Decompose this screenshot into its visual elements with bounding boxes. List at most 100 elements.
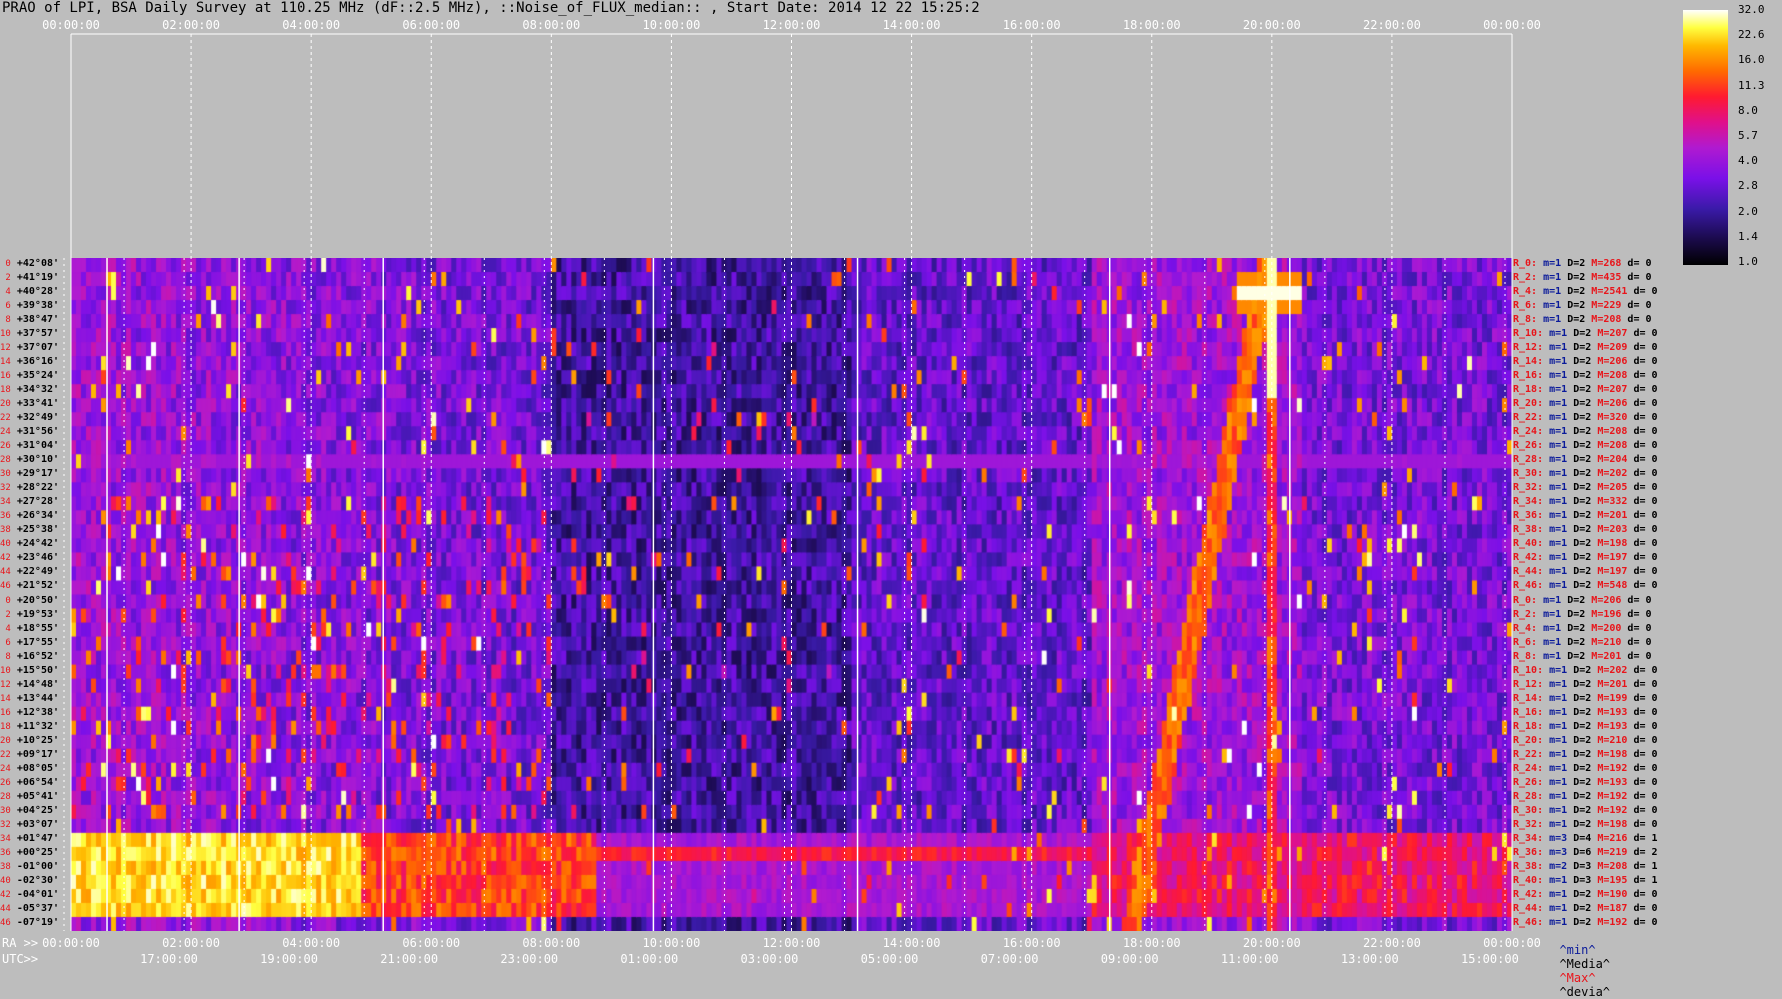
row-stat-dv: d= 0 <box>1621 608 1652 620</box>
row-stat-rn: R_4: <box>1513 286 1538 298</box>
row-stat-dv: d= 2 <box>1627 846 1658 858</box>
row-stat: R_24: m=1 D=2 M=192 d= 0 <box>1513 763 1658 774</box>
row-stat: R_44: m=1 D=2 M=197 d= 0 <box>1513 566 1658 577</box>
row-stat-dd: D=2 <box>1567 902 1592 914</box>
row-stat-dd: D=3 <box>1567 874 1592 886</box>
row-stat: R_34: m=3 D=4 M=216 d= 1 <box>1513 833 1658 844</box>
ra-tick-label: 10:00:00 <box>642 936 701 950</box>
row-stat-mn: m=1 <box>1543 412 1568 424</box>
colorbar-tick: 22.6 <box>1738 28 1765 42</box>
row-stat-dv: d= 1 <box>1627 832 1658 844</box>
row-stat-mn: m=1 <box>1537 300 1562 312</box>
declination-value: +40°28' <box>10 286 60 298</box>
colorbar-tick: 5.7 <box>1738 129 1758 142</box>
declination-label: 8 +38°47' <box>0 314 71 325</box>
row-stat-mx: M=203 <box>1591 524 1628 536</box>
row-stat: R_38: m=2 D=3 M=208 d= 1 <box>1513 861 1658 872</box>
row-stat-rn: R_28: <box>1513 454 1544 466</box>
legend-min: ^min^ <box>1559 943 1596 957</box>
row-stat-mn: m=1 <box>1543 398 1568 410</box>
row-stat-dv: d= 0 <box>1621 622 1652 634</box>
row-stat-rn: R_2: <box>1513 608 1538 620</box>
declination-label: 32 +28°22' <box>0 482 71 493</box>
row-stat-dd: D=2 <box>1567 762 1592 774</box>
beam-index: 20 <box>0 399 11 410</box>
utc-axis-label: UTC>> <box>2 952 39 966</box>
declination-label: 36 +00°25' <box>0 847 71 858</box>
row-stat-mn: m=1 <box>1543 342 1568 354</box>
declination-value: -05°37' <box>10 902 60 914</box>
beam-index: 8 <box>0 651 11 662</box>
row-stat: R_32: m=1 D=2 M=198 d= 0 <box>1513 819 1658 830</box>
beam-index: 34 <box>0 833 11 844</box>
beam-index: 10 <box>0 329 11 340</box>
declination-value: +20°50' <box>10 594 60 606</box>
declination-value: +36°16' <box>10 356 60 368</box>
row-stat-mn: m=1 <box>1543 776 1568 788</box>
row-stat-dv: d= 0 <box>1627 678 1658 690</box>
declination-label: 44 -05°37' <box>0 903 71 914</box>
row-stat-rn: R_32: <box>1513 482 1544 494</box>
row-stat: R_28: m=1 D=2 M=204 d= 0 <box>1513 454 1658 465</box>
row-stat-mn: m=1 <box>1543 720 1568 732</box>
row-stat-rn: R_38: <box>1513 860 1544 872</box>
row-stat-mn: m=1 <box>1537 594 1562 606</box>
row-stat-mx: M=268 <box>1585 258 1622 269</box>
declination-label: 46 -07°19' <box>0 917 71 928</box>
declination-label: 22 +32°49' <box>0 412 71 423</box>
stats-legend: ^min^ ^Media^ ^Max^ ^devia^ <box>1545 929 1610 999</box>
row-stat-rn: R_26: <box>1513 440 1544 452</box>
row-stat-rn: R_26: <box>1513 776 1544 788</box>
declination-value: +08°05' <box>10 762 60 774</box>
row-stat: R_4: m=1 D=2 M=200 d= 0 <box>1513 623 1652 634</box>
row-stat-rn: R_42: <box>1513 888 1544 900</box>
row-stat: R_24: m=1 D=2 M=208 d= 0 <box>1513 426 1658 437</box>
row-stat-dd: D=2 <box>1567 398 1592 410</box>
row-stat: R_10: m=1 D=2 M=207 d= 0 <box>1513 328 1658 339</box>
declination-label: 12 +37°07' <box>0 342 71 353</box>
legend-devia: ^devia^ <box>1559 985 1611 999</box>
row-stat-rn: R_12: <box>1513 678 1544 690</box>
row-stat-mx: M=192 <box>1591 916 1628 928</box>
beam-index: 30 <box>0 469 11 480</box>
declination-value: -01°00' <box>10 860 60 872</box>
row-stat: R_16: m=1 D=2 M=208 d= 0 <box>1513 370 1658 381</box>
row-stat-rn: R_24: <box>1513 426 1544 438</box>
beam-index: 36 <box>0 847 11 858</box>
row-stat-mn: m=1 <box>1543 356 1568 368</box>
declination-label: 38 -01°00' <box>0 861 71 872</box>
row-stat-dd: D=2 <box>1561 594 1586 606</box>
row-stat-rn: R_22: <box>1513 412 1544 424</box>
utc-tick-label: 05:00:00 <box>860 952 919 966</box>
row-stat-mn: m=1 <box>1543 384 1568 396</box>
row-stat-dd: D=3 <box>1567 860 1592 872</box>
beam-index: 16 <box>0 707 11 718</box>
row-stat-mn: m=1 <box>1543 440 1568 452</box>
declination-value: +05°41' <box>10 790 60 802</box>
colorbar-tick: 16.0 <box>1738 53 1765 67</box>
row-stat-dd: D=2 <box>1567 356 1592 368</box>
beam-index: 0 <box>0 259 11 269</box>
beam-index: 26 <box>0 777 11 788</box>
beam-index: 40 <box>0 539 11 550</box>
row-stat-dd: D=2 <box>1567 538 1592 550</box>
row-stat-rn: R_20: <box>1513 734 1544 746</box>
beam-index: 22 <box>0 413 11 424</box>
row-stat: R_2: m=1 D=2 M=435 d= 0 <box>1513 272 1652 283</box>
declination-label: 40 -02°30' <box>0 875 71 886</box>
row-stat-mx: M=201 <box>1591 678 1628 690</box>
declination-label: 26 +06°54' <box>0 777 71 788</box>
declination-value: +32°49' <box>10 412 60 424</box>
beam-index: 18 <box>0 721 11 732</box>
declination-value: +15°50' <box>10 664 60 676</box>
beam-index: 6 <box>0 637 11 648</box>
row-stat-dv: d= 0 <box>1627 370 1658 382</box>
row-stat-mn: m=1 <box>1543 902 1568 914</box>
colorbar-tick: 32.0 <box>1738 3 1765 16</box>
ra-tick-label: 00:00:00 <box>1483 936 1541 950</box>
colorbar-tick: 4.0 <box>1738 154 1758 168</box>
row-stat-dd: D=2 <box>1567 412 1592 424</box>
row-stat-dv: d= 0 <box>1627 748 1658 760</box>
row-stat-dd: D=2 <box>1561 300 1586 312</box>
declination-value: +41°19' <box>10 272 60 284</box>
